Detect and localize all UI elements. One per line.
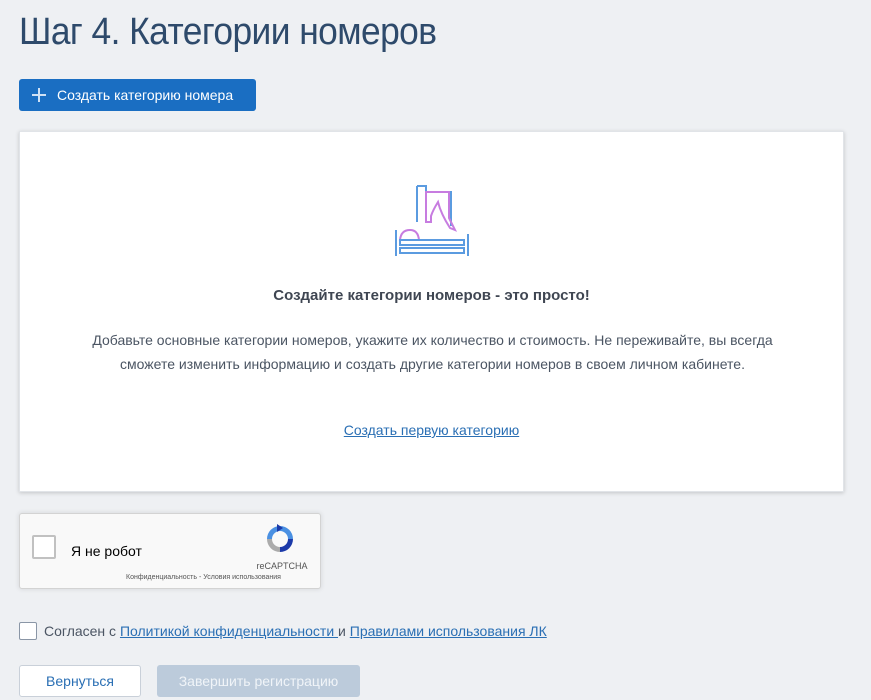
privacy-policy-link[interactable]: Политикой конфиденциальности <box>120 623 338 639</box>
agreement-conjunction: и <box>338 623 350 639</box>
agreement-row: Согласен с Политикой конфиденциальности … <box>19 622 547 640</box>
recaptcha-checkbox[interactable] <box>32 535 56 559</box>
create-category-label: Создать категорию номера <box>57 87 234 103</box>
hotel-room-icon <box>395 185 469 256</box>
create-first-category-link[interactable]: Создать первую категорию <box>344 422 519 438</box>
back-button[interactable]: Вернуться <box>19 665 141 697</box>
recaptcha-label: Я не робот <box>71 543 142 559</box>
page-title: Шаг 4. Категории номеров <box>19 11 437 53</box>
recaptcha-widget: Я не робот reCAPTCHA Конфиденциальность … <box>19 513 321 589</box>
empty-state-card: Создайте категории номеров - это просто!… <box>19 131 844 492</box>
create-category-button[interactable]: Создать категорию номера <box>19 79 256 111</box>
empty-state-heading: Создайте категории номеров - это просто! <box>273 287 590 304</box>
usage-rules-link[interactable]: Правилами использования ЛК <box>350 623 547 639</box>
empty-state-description: Добавьте основные категории номеров, ука… <box>92 332 773 372</box>
agreement-prefix: Согласен с <box>44 623 120 639</box>
plus-icon <box>32 88 46 102</box>
agreement-checkbox[interactable] <box>19 622 37 640</box>
recaptcha-brand: reCAPTCHA <box>256 561 308 571</box>
recaptcha-terms[interactable]: Конфиденциальность - Условия использован… <box>126 574 281 581</box>
recaptcha-logo-icon <box>267 524 293 552</box>
finish-registration-button[interactable]: Завершить регистрацию <box>157 665 360 697</box>
